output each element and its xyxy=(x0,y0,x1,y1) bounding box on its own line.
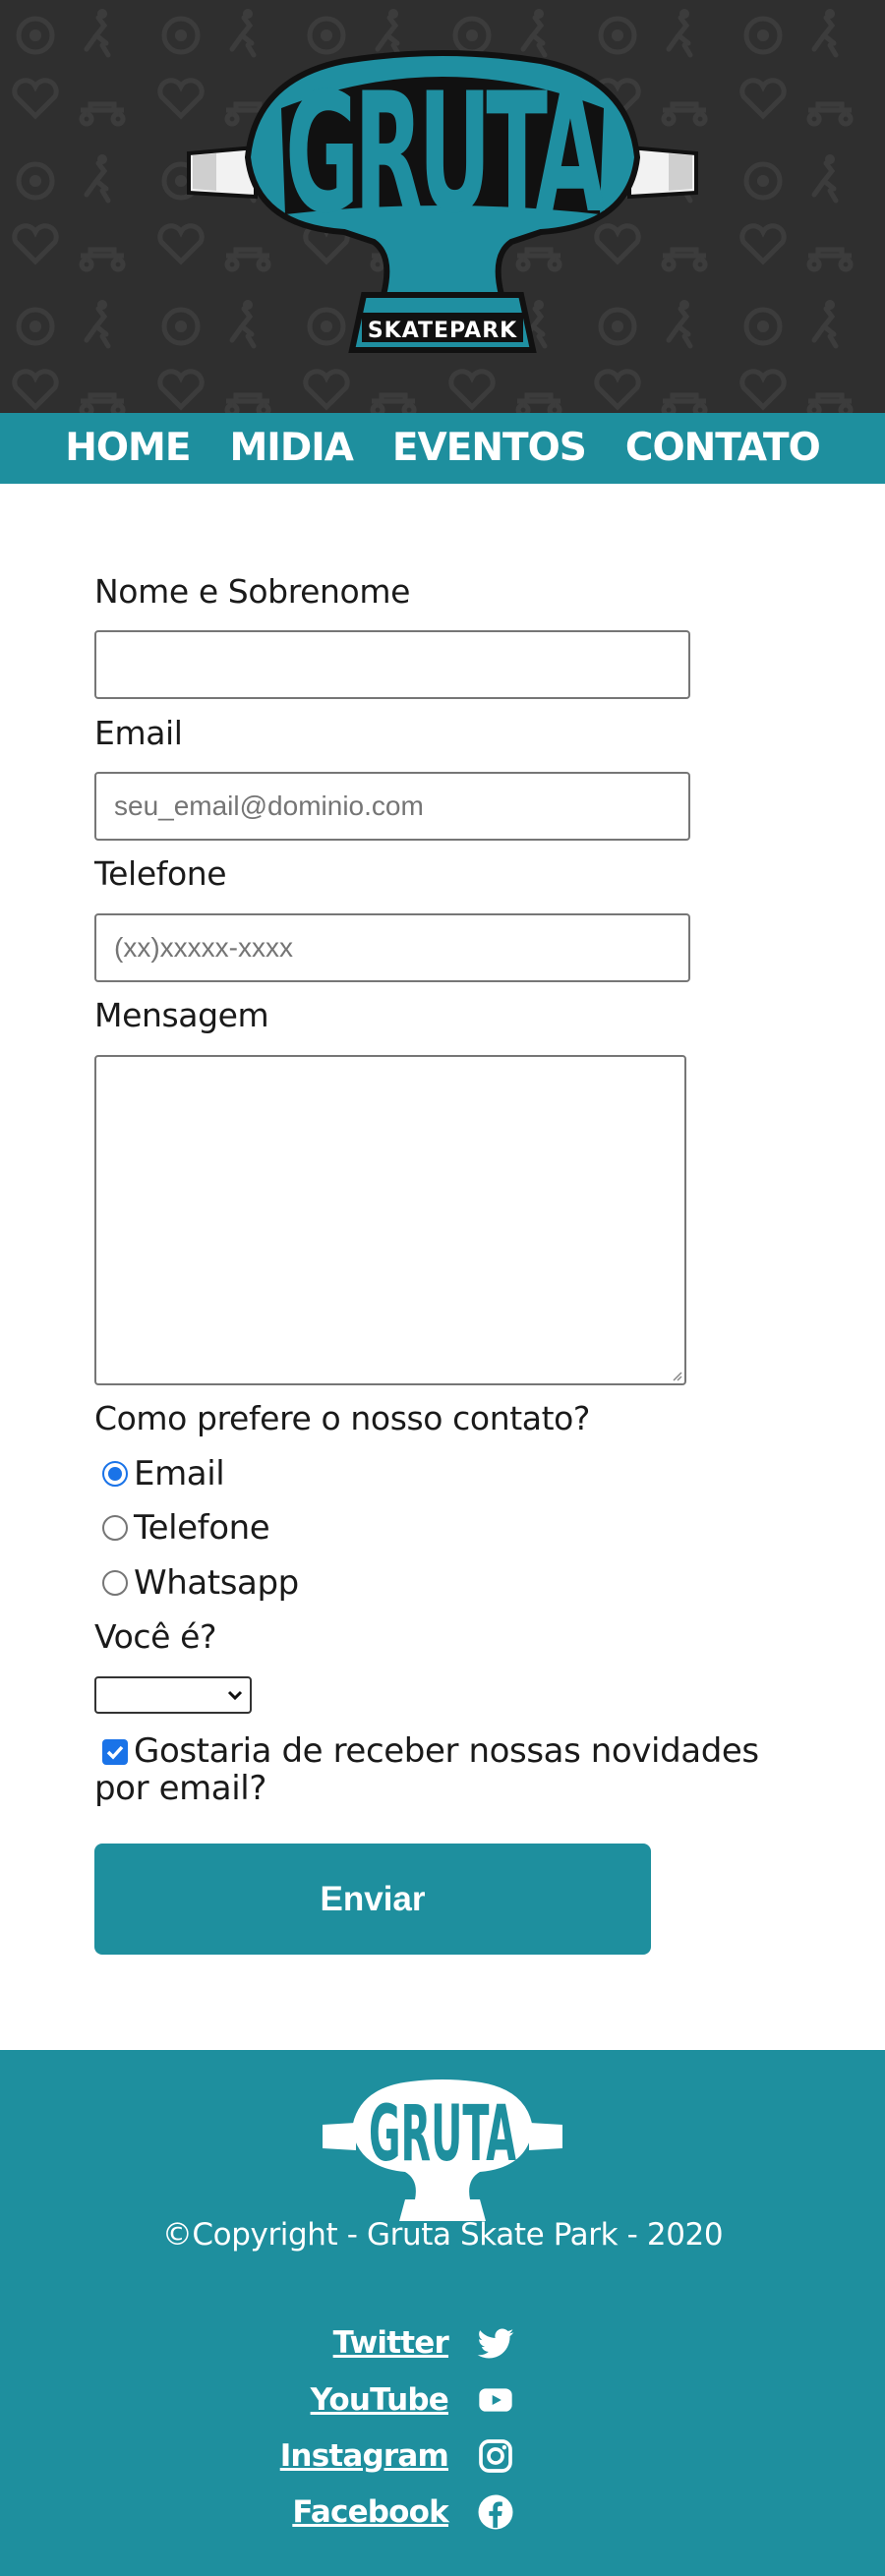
newsletter-label: Gostaria de receber nossas novidades por… xyxy=(94,1731,759,1808)
radio-whatsapp[interactable] xyxy=(102,1570,128,1596)
svg-text:SKATEPARK: SKATEPARK xyxy=(368,319,517,343)
nav-contato-link[interactable]: CONTATO xyxy=(625,413,821,484)
youtube-icon xyxy=(479,2388,512,2412)
facebook-link[interactable]: Facebook xyxy=(292,2492,515,2532)
message-label: Mensagem xyxy=(94,996,269,1034)
instagram-icon xyxy=(479,2439,512,2473)
newsletter-option[interactable]: Gostaria de receber nossas novidades por… xyxy=(94,1732,802,1807)
name-label: Nome e Sobrenome xyxy=(94,572,410,611)
checkmark-icon xyxy=(106,1745,124,1760)
facebook-icon xyxy=(478,2494,513,2530)
svg-text:GRUTA: GRUTA xyxy=(369,2090,516,2179)
gruta-footer-logo[interactable]: GRUTA xyxy=(323,2078,562,2221)
main-navigation: HOME MIDIA EVENTOS CONTATO xyxy=(0,413,885,484)
nav-midia-link[interactable]: MIDIA xyxy=(230,413,354,484)
radio-telefone-label: Telefone xyxy=(134,1508,270,1548)
newsletter-checkbox[interactable] xyxy=(102,1739,128,1765)
you-are-label: Você é? xyxy=(94,1617,217,1656)
nav-home-link[interactable]: HOME xyxy=(65,413,191,484)
instagram-link[interactable]: Instagram xyxy=(280,2436,515,2476)
nav-eventos-link[interactable]: EVENTOS xyxy=(392,413,587,484)
copyright-text: ©Copyright - Gruta Skate Park - 2020 xyxy=(161,2217,724,2253)
phone-label: Telefone xyxy=(94,854,227,893)
radio-email-label: Email xyxy=(134,1454,225,1493)
twitter-link[interactable]: Twitter xyxy=(333,2323,515,2363)
submit-button[interactable]: Enviar xyxy=(94,1844,651,1955)
instagram-label: Instagram xyxy=(279,2438,449,2474)
twitter-label: Twitter xyxy=(332,2325,449,2361)
radio-whatsapp-label: Whatsapp xyxy=(134,1563,299,1603)
phone-input[interactable] xyxy=(94,913,690,982)
chevron-down-icon xyxy=(227,1690,243,1701)
facebook-label: Facebook xyxy=(292,2494,448,2530)
youtube-link[interactable]: YouTube xyxy=(311,2380,515,2420)
svg-text:GRUTA: GRUTA xyxy=(285,57,605,250)
name-input[interactable] xyxy=(94,630,690,699)
radio-option-telefone[interactable]: Telefone xyxy=(102,1508,270,1548)
gruta-skatepark-logo[interactable]: GRUTA SKATEPARK xyxy=(187,49,698,364)
radio-option-email[interactable]: Email xyxy=(102,1454,225,1493)
site-footer: GRUTA ©Copyright - Gruta Skate Park - 20… xyxy=(0,2050,885,2576)
contact-preference-label: Como prefere o nosso contato? xyxy=(94,1399,591,1437)
resize-grip-icon[interactable] xyxy=(671,1370,682,1381)
radio-telefone[interactable] xyxy=(102,1515,128,1541)
message-textarea[interactable] xyxy=(94,1055,686,1385)
email-input[interactable] xyxy=(94,772,690,841)
email-label: Email xyxy=(94,714,183,752)
radio-email[interactable] xyxy=(102,1461,128,1487)
radio-option-whatsapp[interactable]: Whatsapp xyxy=(102,1563,299,1603)
youtube-label: YouTube xyxy=(310,2382,449,2418)
twitter-icon xyxy=(477,2328,514,2359)
site-header: GRUTA SKATEPARK xyxy=(0,0,885,413)
you-are-select[interactable] xyxy=(94,1676,252,1714)
